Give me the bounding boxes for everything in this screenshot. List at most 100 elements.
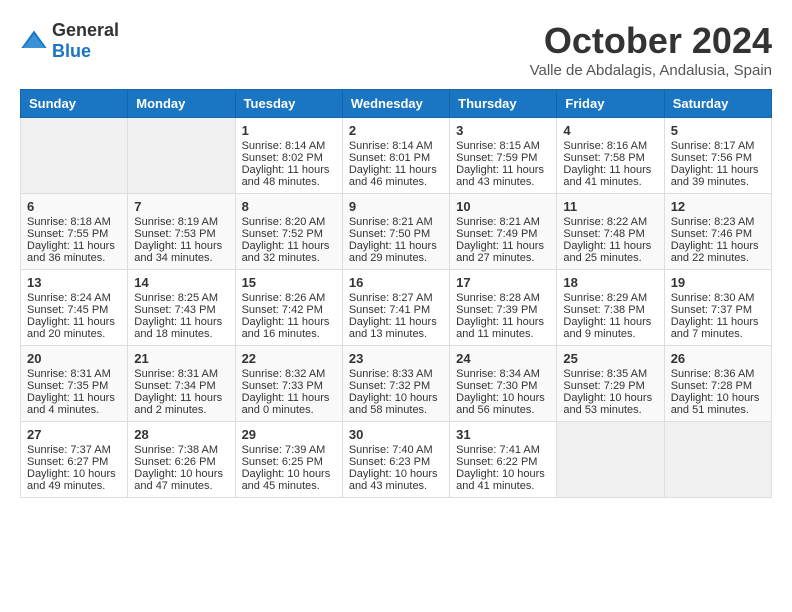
day-number: 12 — [671, 199, 765, 214]
sunrise-text: Sunrise: 8:19 AM — [134, 216, 228, 228]
day-number: 8 — [242, 199, 336, 214]
sunset-text: Sunset: 7:33 PM — [242, 380, 336, 392]
sunrise-text: Sunrise: 7:37 AM — [27, 444, 121, 456]
day-number: 13 — [27, 275, 121, 290]
month-title: October 2024 — [530, 20, 772, 62]
day-number: 4 — [563, 123, 657, 138]
daylight-text: Daylight: 11 hours and 32 minutes. — [242, 240, 336, 264]
day-number: 22 — [242, 351, 336, 366]
day-number: 21 — [134, 351, 228, 366]
daylight-text: Daylight: 11 hours and 43 minutes. — [456, 164, 550, 188]
calendar-week-row: 1Sunrise: 8:14 AMSunset: 8:02 PMDaylight… — [21, 118, 772, 194]
day-number: 10 — [456, 199, 550, 214]
daylight-text: Daylight: 11 hours and 34 minutes. — [134, 240, 228, 264]
sunset-text: Sunset: 8:02 PM — [242, 152, 336, 164]
sunrise-text: Sunrise: 8:32 AM — [242, 368, 336, 380]
daylight-text: Daylight: 11 hours and 13 minutes. — [349, 316, 443, 340]
sunrise-text: Sunrise: 8:35 AM — [563, 368, 657, 380]
sunrise-text: Sunrise: 8:24 AM — [27, 292, 121, 304]
calendar-day-cell: 20Sunrise: 8:31 AMSunset: 7:35 PMDayligh… — [21, 346, 128, 422]
sunset-text: Sunset: 7:50 PM — [349, 228, 443, 240]
calendar-day-cell: 22Sunrise: 8:32 AMSunset: 7:33 PMDayligh… — [235, 346, 342, 422]
day-number: 24 — [456, 351, 550, 366]
calendar-day-cell — [128, 118, 235, 194]
sunset-text: Sunset: 7:56 PM — [671, 152, 765, 164]
sunset-text: Sunset: 7:28 PM — [671, 380, 765, 392]
sunrise-text: Sunrise: 8:15 AM — [456, 140, 550, 152]
sunrise-text: Sunrise: 7:39 AM — [242, 444, 336, 456]
day-number: 23 — [349, 351, 443, 366]
day-number: 11 — [563, 199, 657, 214]
calendar-header-row: SundayMondayTuesdayWednesdayThursdayFrid… — [21, 90, 772, 118]
sunset-text: Sunset: 6:23 PM — [349, 456, 443, 468]
day-number: 5 — [671, 123, 765, 138]
calendar-day-cell — [21, 118, 128, 194]
sunset-text: Sunset: 7:42 PM — [242, 304, 336, 316]
sunrise-text: Sunrise: 8:25 AM — [134, 292, 228, 304]
sunrise-text: Sunrise: 8:26 AM — [242, 292, 336, 304]
sunset-text: Sunset: 7:34 PM — [134, 380, 228, 392]
calendar-day-cell: 25 Sunrise: 8:35 AMSunset: 7:29 PMDayligh… — [557, 346, 664, 422]
daylight-text: Daylight: 10 hours and 56 minutes. — [456, 392, 550, 416]
sunrise-text: Sunrise: 8:21 AM — [349, 216, 443, 228]
daylight-text: Daylight: 11 hours and 18 minutes. — [134, 316, 228, 340]
sunset-text: Sunset: 7:38 PM — [563, 304, 657, 316]
day-number: 3 — [456, 123, 550, 138]
sunset-text: Sunset: 7:46 PM — [671, 228, 765, 240]
sunrise-text: Sunrise: 8:31 AM — [134, 368, 228, 380]
sunrise-text: Sunrise: 8:17 AM — [671, 140, 765, 152]
calendar-day-cell: 4Sunrise: 8:16 AMSunset: 7:58 PMDaylight… — [557, 118, 664, 194]
calendar-day-cell — [557, 422, 664, 498]
sunset-text: Sunset: 6:25 PM — [242, 456, 336, 468]
calendar-day-cell: 21 Sunrise: 8:31 AMSunset: 7:34 PMDayligh… — [128, 346, 235, 422]
calendar-day-cell: 12Sunrise: 8:23 AMSunset: 7:46 PMDayligh… — [664, 194, 771, 270]
sunrise-text: Sunrise: 8:18 AM — [27, 216, 121, 228]
sunset-text: Sunset: 7:29 PM — [563, 380, 657, 392]
calendar-day-cell: 3Sunrise: 8:15 AMSunset: 7:59 PMDaylight… — [450, 118, 557, 194]
daylight-text: Daylight: 10 hours and 53 minutes. — [563, 392, 657, 416]
day-number: 29 — [242, 427, 336, 442]
calendar-table: SundayMondayTuesdayWednesdayThursdayFrid… — [20, 89, 772, 498]
sunrise-text: Sunrise: 8:30 AM — [671, 292, 765, 304]
calendar-week-row: 6 Sunrise: 8:18 AMSunset: 7:55 PM Daylight… — [21, 194, 772, 270]
calendar-day-cell: 30Sunrise: 7:40 AMSunset: 6:23 PMDayligh… — [342, 422, 449, 498]
day-of-week-header: Wednesday — [342, 90, 449, 118]
calendar-day-cell: 10Sunrise: 8:21 AMSunset: 7:49 PMDayligh… — [450, 194, 557, 270]
sunset-text: Sunset: 7:32 PM — [349, 380, 443, 392]
calendar-day-cell: 23Sunrise: 8:33 AMSunset: 7:32 PMDayligh… — [342, 346, 449, 422]
day-number: 27 — [27, 427, 121, 442]
day-number: 9 — [349, 199, 443, 214]
day-number: 17 — [456, 275, 550, 290]
calendar-week-row: 13Sunrise: 8:24 AMSunset: 7:45 PMDayligh… — [21, 270, 772, 346]
day-number: 30 — [349, 427, 443, 442]
day-number: 6 — [27, 199, 121, 214]
daylight-text: Daylight: 11 hours and 41 minutes. — [563, 164, 657, 188]
daylight-text: Daylight: 10 hours and 47 minutes. — [134, 468, 228, 492]
daylight-text: Daylight: 11 hours and 48 minutes. — [242, 164, 336, 188]
sunrise-text: Sunrise: 8:34 AM — [456, 368, 550, 380]
sunset-text: Sunset: 7:55 PM — [27, 228, 121, 240]
daylight-text: Daylight: 10 hours and 51 minutes. — [671, 392, 765, 416]
sunset-text: Sunset: 7:37 PM — [671, 304, 765, 316]
logo-icon — [20, 27, 48, 55]
calendar-day-cell: 31Sunrise: 7:41 AMSunset: 6:22 PMDayligh… — [450, 422, 557, 498]
day-of-week-header: Friday — [557, 90, 664, 118]
sunrise-text: Sunrise: 8:20 AM — [242, 216, 336, 228]
sunset-text: Sunset: 7:58 PM — [563, 152, 657, 164]
daylight-text: Daylight: 11 hours and 16 minutes. — [242, 316, 336, 340]
sunset-text: Sunset: 6:26 PM — [134, 456, 228, 468]
day-of-week-header: Tuesday — [235, 90, 342, 118]
day-number: 25 — [563, 351, 657, 366]
daylight-text: Daylight: 11 hours and 39 minutes. — [671, 164, 765, 188]
daylight-text: Daylight: 11 hours and 22 minutes. — [671, 240, 765, 264]
sunrise-text: Sunrise: 8:28 AM — [456, 292, 550, 304]
sunset-text: Sunset: 8:01 PM — [349, 152, 443, 164]
calendar-week-row: 20Sunrise: 8:31 AMSunset: 7:35 PMDayligh… — [21, 346, 772, 422]
daylight-text: Daylight: 11 hours and 4 minutes. — [27, 392, 121, 416]
calendar-day-cell: 8Sunrise: 8:20 AMSunset: 7:52 PMDaylight… — [235, 194, 342, 270]
sunset-text: Sunset: 7:53 PM — [134, 228, 228, 240]
sunrise-text: Sunrise: 7:41 AM — [456, 444, 550, 456]
daylight-text: Daylight: 11 hours and 2 minutes. — [134, 392, 228, 416]
sunrise-text: Sunrise: 8:22 AM — [563, 216, 657, 228]
sunset-text: Sunset: 7:41 PM — [349, 304, 443, 316]
